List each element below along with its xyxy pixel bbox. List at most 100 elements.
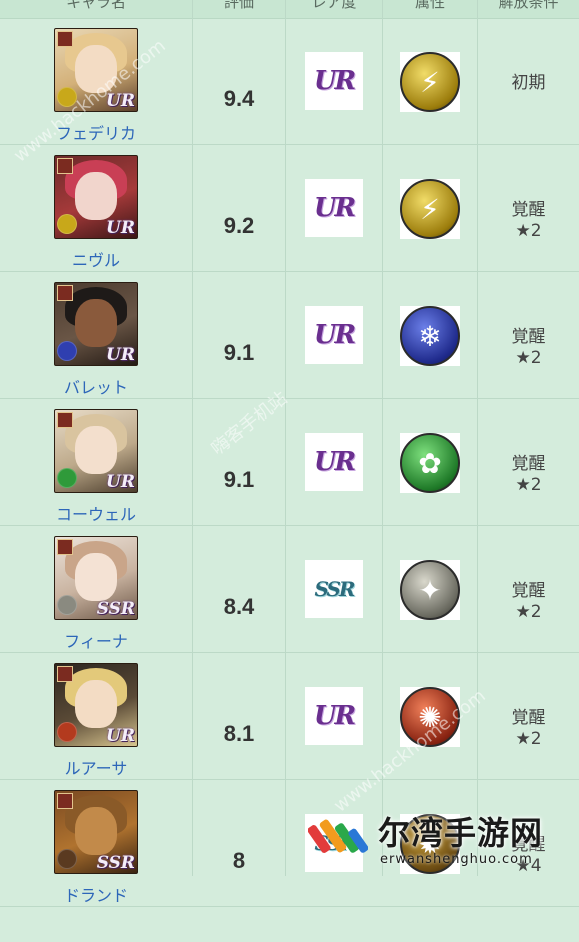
class-badge-icon [57,412,73,428]
rarity-cell: UR [286,18,382,144]
character-portrait[interactable]: UR [54,282,138,366]
condition-cell: 覚醒 ★2 [478,526,579,652]
character-cell: UR フェデリカ [0,18,192,144]
condition-line-1: 覚醒 [511,454,546,474]
element-badge-icon [57,595,77,615]
character-name-link[interactable]: ルアーサ [0,755,192,779]
rarity-icon: UR [305,433,363,491]
rarity-icon: UR [305,52,363,110]
character-name-link[interactable]: ニヴル [0,247,192,271]
condition-line-1: 覚醒 [511,327,546,347]
rarity-icon: UR [305,179,363,237]
character-cell: SSR ドランド [0,780,192,906]
brand-logo-icon [308,819,368,853]
character-name-link[interactable]: バレット [0,374,192,398]
portrait-face [75,807,117,855]
wind-element-icon: ✿ [400,433,460,493]
score-cell: 9.1 [193,272,285,398]
class-badge-icon [57,31,73,47]
rarity-label: UR [313,320,356,350]
element-cell: ✿ [383,399,477,525]
condition-line-2: ★2 [515,475,542,495]
score-value: 8.1 [223,721,255,746]
rarity-icon: UR [305,306,363,364]
rarity-label: SSR [314,577,355,601]
character-portrait[interactable]: UR [54,409,138,493]
condition-cell: 覚醒 ★2 [478,653,579,779]
score-cell: 9.2 [193,145,285,271]
character-name-link[interactable]: ドランド [0,882,192,906]
character-cell: UR コーウェル [0,399,192,525]
character-portrait[interactable]: SSR [54,790,138,874]
character-portrait[interactable]: UR [54,663,138,747]
header-rarity: レア度 [311,0,357,11]
header-name: キャラ名 [65,0,126,11]
condition-cell: 覚醒 ★2 [478,145,579,271]
element-icon-box: ⚡ [400,52,460,112]
character-name-link[interactable]: フィーナ [0,628,192,652]
character-cell: UR バレット [0,272,192,398]
condition-cell: 覚醒 ★2 [478,272,579,398]
unlock-condition: 覚醒 ★2 [478,653,579,779]
header-element: 属性 [414,0,445,11]
condition-line-1: 覚醒 [511,708,546,728]
rarity-badge: SSR [96,853,135,873]
unlock-condition: 覚醒 ★2 [478,145,579,271]
element-badge-icon [57,849,77,869]
brand-title: 尔湾手游网 [378,814,544,852]
class-badge-icon [57,285,73,301]
element-cell: ❄ [383,272,477,398]
rarity-cell: UR [286,399,382,525]
class-badge-icon [57,539,73,555]
score-value: 9.2 [223,213,255,238]
condition-cell: 覚醒 ★2 [478,399,579,525]
class-badge-icon [57,666,73,682]
light-element-icon: ✦ [400,560,460,620]
condition-line-1: 覚醒 [511,200,546,220]
unlock-condition: 覚醒 ★2 [478,272,579,398]
unlock-condition: 覚醒 ★2 [478,526,579,652]
rarity-badge: UR [106,472,135,492]
table-row: UR フェデリカ 9.4 UR ⚡ 初期 [0,18,579,145]
rarity-label: UR [313,447,356,477]
character-portrait[interactable]: UR [54,155,138,239]
element-cell: ⚡ [383,18,477,144]
character-cell: UR ルアーサ [0,653,192,779]
condition-line-2: ★2 [515,729,542,749]
rarity-icon: SSR [305,560,363,618]
table-row: SSR フィーナ 8.4 SSR ✦ 覚醒 ★2 [0,526,579,653]
rarity-badge: SSR [96,599,135,619]
element-icon-box: ❄ [400,306,460,366]
element-icon-box: ⚡ [400,179,460,239]
character-name-link[interactable]: コーウェル [0,501,192,525]
rarity-cell: UR [286,145,382,271]
rarity-badge: UR [106,218,135,238]
rarity-cell: UR [286,653,382,779]
portrait-face [75,553,117,601]
portrait-face [75,172,117,220]
element-icon-box: ✿ [400,433,460,493]
element-cell: ✦ [383,526,477,652]
rarity-icon: UR [305,687,363,745]
unlock-condition: 初期 [478,18,579,144]
rarity-label: UR [313,193,356,223]
rarity-badge: UR [106,726,135,746]
header-score: 評価 [223,0,254,11]
condition-line-2: ★2 [515,221,542,241]
header-condition: 解放条件 [498,0,559,11]
condition-line-1: 覚醒 [511,581,546,601]
site-brand: 尔湾手游网 erwanshenghuo.com [300,800,579,870]
unlock-condition: 覚醒 ★2 [478,399,579,525]
thunder-element-icon: ⚡ [400,52,460,112]
character-portrait[interactable]: SSR [54,536,138,620]
score-cell: 8 [193,780,285,906]
table-row: UR ルアーサ 8.1 UR ✺ 覚醒 ★2 [0,653,579,780]
class-badge-icon [57,793,73,809]
element-cell: ⚡ [383,145,477,271]
portrait-face [75,426,117,474]
class-badge-icon [57,158,73,174]
element-badge-icon [57,214,77,234]
table-row: UR ニヴル 9.2 UR ⚡ 覚醒 ★2 [0,145,579,272]
rarity-label: UR [313,66,356,96]
condition-cell: 初期 [478,18,579,144]
